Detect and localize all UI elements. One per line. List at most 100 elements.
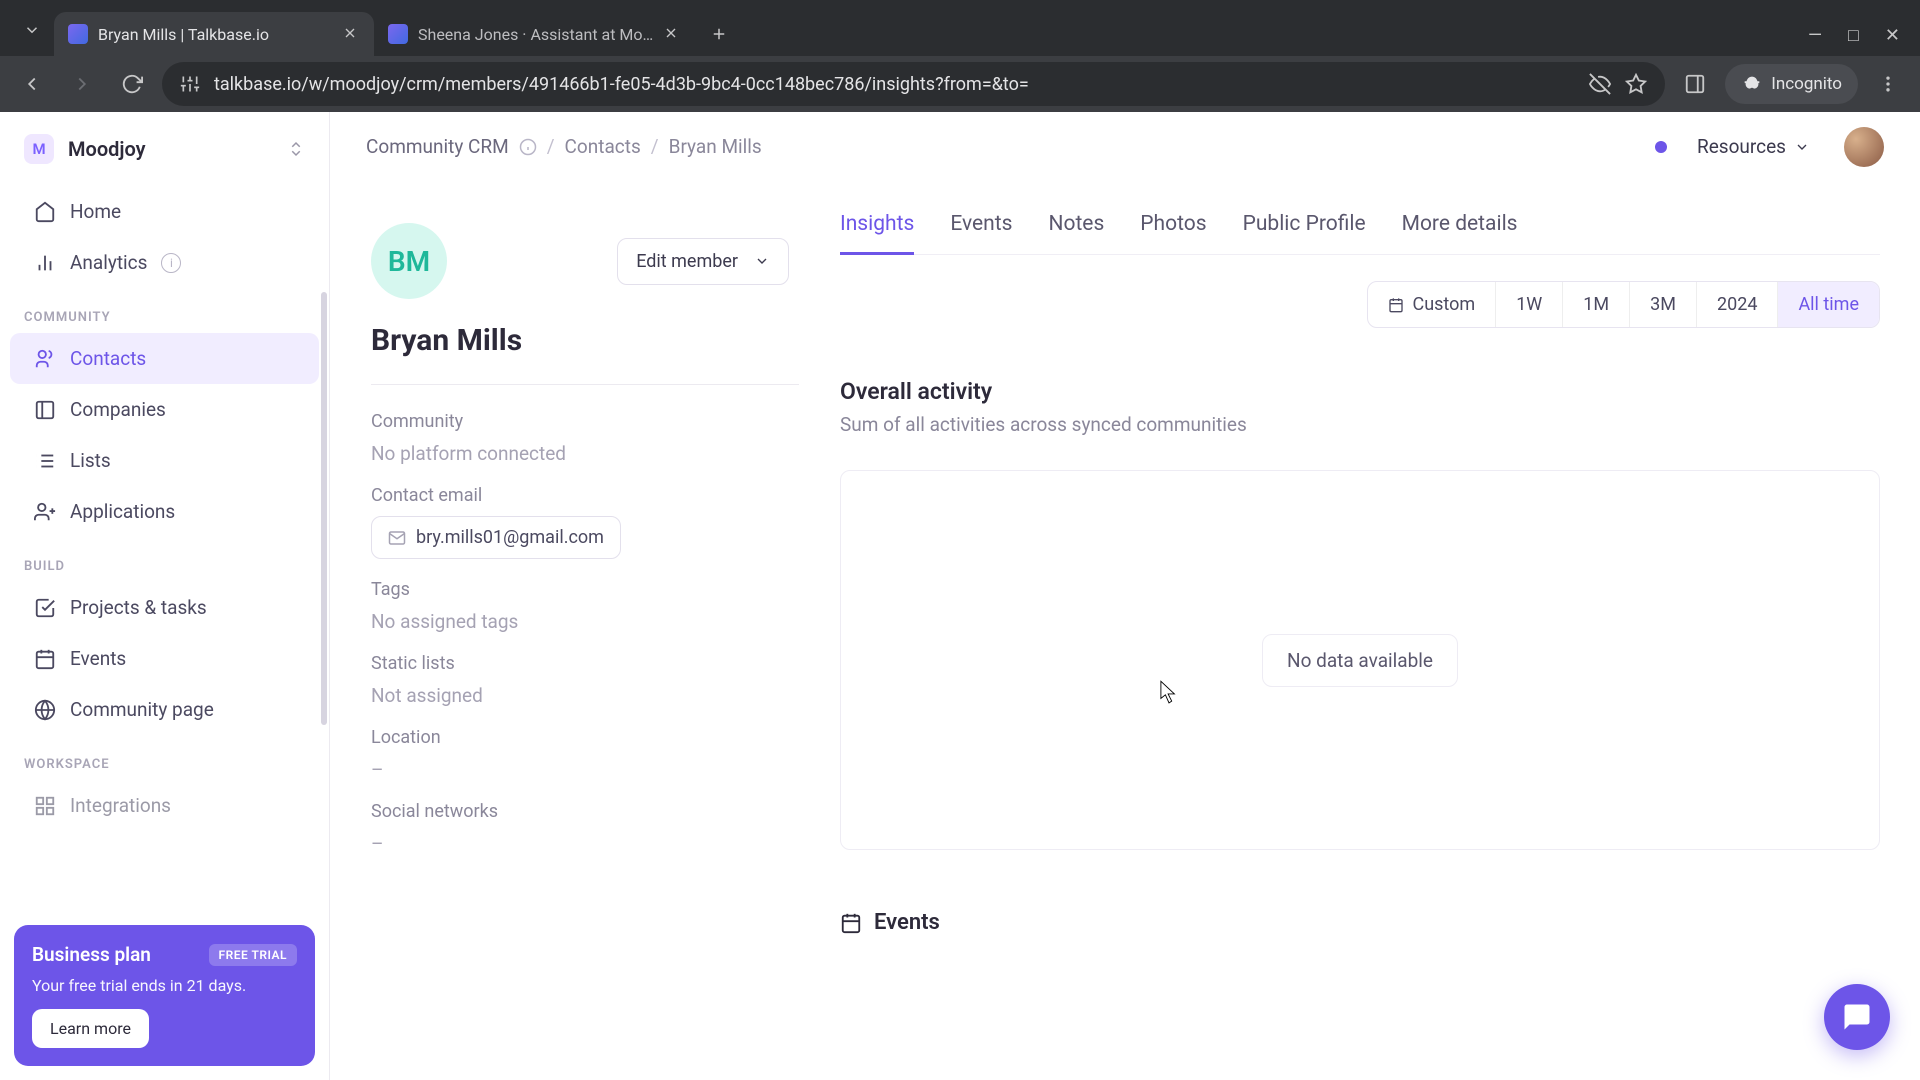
field-value-community: No platform connected (371, 442, 799, 465)
lists-icon (34, 450, 56, 472)
sidebar-item-community-page[interactable]: Community page (10, 684, 319, 735)
sidebar-item-events[interactable]: Events (10, 633, 319, 684)
field-label-tags: Tags (371, 579, 799, 600)
avatar[interactable] (1844, 127, 1884, 167)
browser-tab[interactable]: Sheena Jones · Assistant at Mo… (374, 12, 695, 56)
sidebar-section-workspace: WORKSPACE (0, 735, 329, 780)
incognito-label: Incognito (1771, 74, 1842, 94)
range-2024[interactable]: 2024 (1696, 282, 1777, 327)
activity-chart-empty: No data available (840, 470, 1880, 850)
learn-more-button[interactable]: Learn more (32, 1009, 149, 1048)
sidebar-scrollbar[interactable] (319, 292, 329, 1080)
sidebar: M Moodjoy Home Analytics i COMMUNITY Con… (0, 112, 330, 1080)
field-value-tags: No assigned tags (371, 610, 799, 633)
promo-card: Business plan FREE TRIAL Your free trial… (14, 925, 315, 1066)
email-pill[interactable]: bry.mills01@gmail.com (371, 516, 621, 559)
browser-tab-active[interactable]: Bryan Mills | Talkbase.io (54, 12, 374, 56)
subtabs: Insights Events Notes Photos Public Prof… (840, 212, 1880, 255)
tab-notes[interactable]: Notes (1048, 212, 1104, 254)
minimize-button[interactable]: ― (1808, 25, 1822, 46)
new-tab-button[interactable] (701, 16, 737, 52)
sidebar-item-label: Companies (70, 398, 166, 421)
browser-menu-button[interactable] (1868, 64, 1908, 104)
field-value-lists: Not assigned (371, 684, 799, 707)
divider (371, 384, 799, 385)
range-1m[interactable]: 1M (1562, 282, 1629, 327)
range-1w[interactable]: 1W (1495, 282, 1562, 327)
promo-badge: FREE TRIAL (209, 944, 298, 966)
browser-tabstrip: Bryan Mills | Talkbase.io Sheena Jones ·… (0, 0, 1920, 56)
breadcrumb-sep: / (547, 135, 555, 158)
range-3m[interactable]: 3M (1629, 282, 1696, 327)
resources-label: Resources (1697, 135, 1786, 158)
url-text: talkbase.io/w/moodjoy/crm/members/491466… (214, 74, 1575, 95)
forward-button[interactable] (62, 64, 102, 104)
home-icon (34, 201, 56, 223)
tab-insights[interactable]: Insights (840, 212, 914, 255)
sidebar-item-label: Community page (70, 698, 214, 721)
range-group: Custom 1W 1M 3M 2024 All time (1367, 281, 1880, 328)
info-icon[interactable] (519, 138, 537, 156)
sidebar-item-lists[interactable]: Lists (10, 435, 319, 486)
edit-member-button[interactable]: Edit member (617, 238, 789, 285)
range-label: Custom (1412, 294, 1475, 315)
breadcrumb-root[interactable]: Community CRM (366, 135, 509, 158)
workspace-name: Moodjoy (68, 137, 273, 161)
calendar-icon (840, 912, 862, 934)
close-window-button[interactable]: ✕ (1885, 25, 1900, 46)
field-value-social: – (371, 832, 799, 855)
field-label-email: Contact email (371, 485, 799, 506)
promo-title: Business plan (32, 943, 151, 966)
sidebar-item-companies[interactable]: Companies (10, 384, 319, 435)
breadcrumb-leaf: Bryan Mills (669, 135, 762, 158)
info-icon: i (161, 253, 181, 273)
activity-title: Overall activity (840, 378, 1880, 405)
tab-search-button[interactable] (10, 8, 54, 52)
breadcrumb-mid[interactable]: Contacts (565, 135, 641, 158)
status-dot-icon (1655, 141, 1667, 153)
close-icon[interactable] (342, 25, 360, 43)
side-panel-button[interactable] (1675, 64, 1715, 104)
address-bar[interactable]: talkbase.io/w/moodjoy/crm/members/491466… (162, 62, 1665, 106)
sidebar-item-home[interactable]: Home (10, 186, 319, 237)
favicon-icon (68, 24, 88, 44)
sidebar-item-label: Integrations (70, 794, 171, 817)
sidebar-item-analytics[interactable]: Analytics i (10, 237, 319, 288)
workspace-badge: M (24, 134, 54, 164)
chevron-updown-icon (287, 140, 305, 158)
incognito-indicator[interactable]: Incognito (1725, 64, 1858, 104)
sidebar-item-projects[interactable]: Projects & tasks (10, 582, 319, 633)
chat-icon (1842, 1002, 1872, 1032)
field-label-location: Location (371, 727, 799, 748)
tab-photos[interactable]: Photos (1140, 212, 1206, 254)
back-button[interactable] (12, 64, 52, 104)
workspace-switcher[interactable]: M Moodjoy (0, 112, 329, 186)
reload-button[interactable] (112, 64, 152, 104)
chat-fab[interactable] (1824, 984, 1890, 1050)
range-all-time[interactable]: All time (1777, 282, 1879, 327)
chevron-down-icon (1794, 139, 1810, 155)
sidebar-item-label: Contacts (70, 347, 146, 370)
sidebar-item-label: Home (70, 200, 121, 223)
tab-more-details[interactable]: More details (1402, 212, 1518, 254)
resources-menu[interactable]: Resources (1697, 135, 1810, 158)
range-custom[interactable]: Custom (1368, 282, 1495, 327)
field-label-lists: Static lists (371, 653, 799, 674)
maximize-button[interactable]: □ (1848, 25, 1859, 46)
field-value-location: – (371, 758, 799, 781)
sidebar-section-build: BUILD (0, 537, 329, 582)
bookmark-star-icon[interactable] (1625, 73, 1647, 95)
tab-events[interactable]: Events (950, 212, 1012, 254)
sidebar-item-contacts[interactable]: Contacts (10, 333, 319, 384)
eye-off-icon[interactable] (1589, 73, 1611, 95)
sidebar-item-label: Projects & tasks (70, 596, 207, 619)
sidebar-item-label: Analytics (70, 251, 147, 274)
events-icon (34, 648, 56, 670)
tab-public-profile[interactable]: Public Profile (1243, 212, 1366, 254)
close-icon[interactable] (663, 25, 681, 43)
member-name: Bryan Mills (371, 323, 799, 358)
sidebar-item-integrations[interactable]: Integrations (10, 780, 319, 831)
sidebar-item-applications[interactable]: Applications (10, 486, 319, 537)
member-avatar: BM (371, 223, 447, 299)
site-settings-icon[interactable] (180, 74, 200, 94)
